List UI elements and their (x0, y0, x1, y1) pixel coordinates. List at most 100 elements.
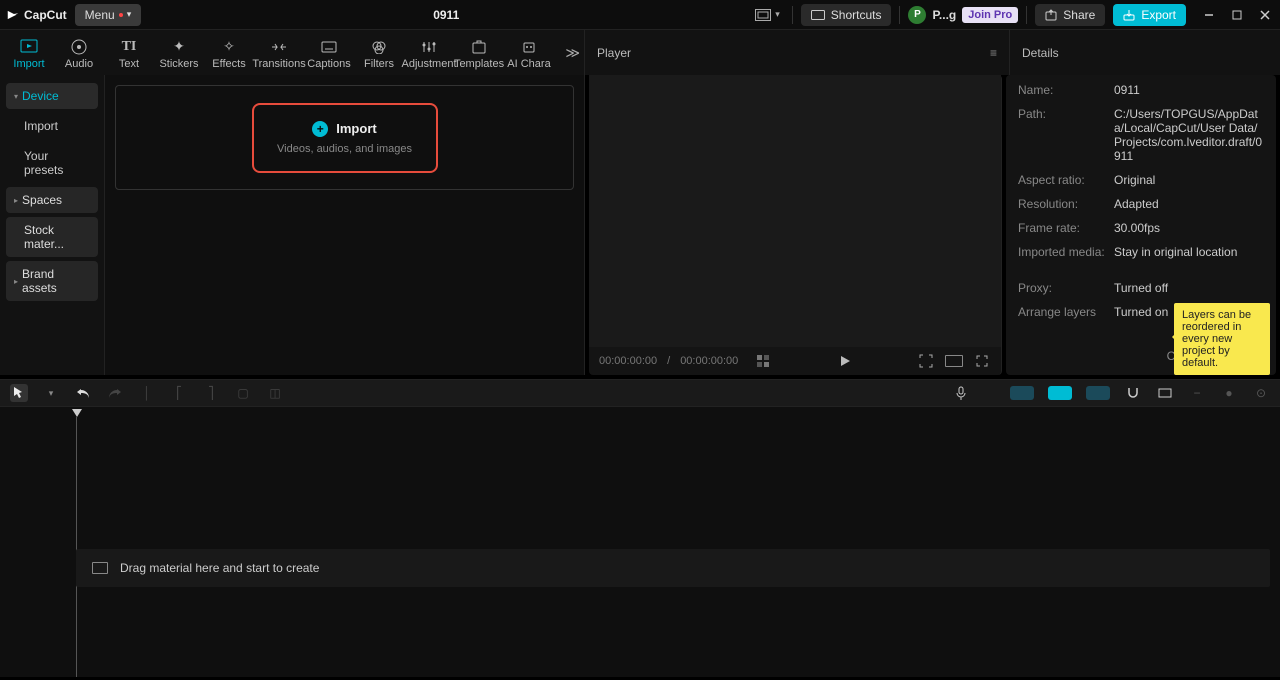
separator (792, 6, 793, 24)
sidebar-item-brand[interactable]: ▸ Brand assets (6, 261, 98, 301)
viewport-aspect-button[interactable]: ▾ (751, 7, 784, 23)
detail-label-fps: Frame rate: (1018, 221, 1106, 235)
chevron-down-icon: ▾ (127, 9, 132, 20)
tab-label: Effects (212, 58, 245, 70)
detail-value-aspect: Original (1114, 173, 1264, 187)
share-button[interactable]: Share (1035, 4, 1105, 26)
track-toggle-a[interactable] (1010, 386, 1034, 400)
sidebar-item-stock[interactable]: Stock mater... (6, 217, 98, 257)
detail-label-aspect: Aspect ratio: (1018, 173, 1106, 187)
player-menu-icon[interactable]: ≡ (990, 46, 997, 60)
crop-icon[interactable]: ◫ (266, 384, 284, 402)
tab-label: Transitions (252, 58, 305, 70)
sidebar-item-label: Import (24, 119, 58, 133)
shortcuts-button[interactable]: Shortcuts (801, 4, 892, 26)
detail-label-resolution: Resolution: (1018, 197, 1106, 211)
play-icon[interactable] (836, 352, 854, 370)
chevron-right-icon: ▸ (14, 277, 18, 286)
transitions-icon (270, 38, 288, 56)
share-icon (1045, 9, 1057, 21)
import-title-row: + Import (312, 121, 376, 137)
detail-label-path: Path: (1018, 107, 1106, 163)
mic-icon[interactable] (952, 384, 970, 402)
plus-icon: + (312, 121, 328, 137)
detail-label-arrange: Arrange layers (1018, 305, 1106, 319)
import-dropzone[interactable]: + Import Videos, audios, and images (252, 103, 438, 173)
account-area[interactable]: P P...g Join Pro (908, 6, 1018, 24)
detail-value-name: 0911 (1114, 83, 1264, 97)
detail-value-fps: 30.00fps (1114, 221, 1264, 235)
player-panel: 00:00:00:00 / 00:00:00:00 (589, 75, 1002, 375)
tabs-more-icon[interactable]: ≫ (565, 44, 580, 61)
minimize-icon[interactable] (1200, 6, 1218, 24)
tab-captions[interactable]: Captions (304, 30, 354, 75)
aichara-icon (520, 38, 538, 56)
tab-audio[interactable]: Audio (54, 30, 104, 75)
cursor-tool-icon[interactable] (10, 384, 28, 402)
tab-adjustment[interactable]: Adjustment (404, 30, 454, 75)
export-button[interactable]: Export (1113, 4, 1186, 26)
player-controls: 00:00:00:00 / 00:00:00:00 (589, 347, 1001, 375)
aspect-box-icon[interactable] (945, 352, 963, 370)
playhead-marker-icon[interactable] (72, 409, 82, 417)
app-name: CapCut (24, 8, 67, 22)
zoom-fit-icon[interactable]: ⊙ (1252, 384, 1270, 402)
sidebar-item-spaces[interactable]: ▸Spaces (6, 187, 98, 213)
player-viewport[interactable] (589, 75, 1001, 347)
tab-text[interactable]: TI Text (104, 30, 154, 75)
import-panel: + Import Videos, audios, and images (115, 85, 574, 190)
timeline[interactable]: Drag material here and start to create (0, 407, 1280, 677)
tab-templates[interactable]: Templates (454, 30, 504, 75)
tab-label: Adjustment (401, 58, 456, 70)
tab-label: Import (13, 58, 44, 70)
detail-label-name: Name: (1018, 83, 1106, 97)
capcut-logo-icon (6, 8, 20, 22)
zoom-out-icon[interactable]: − (1188, 384, 1206, 402)
menu-button[interactable]: Menu ▾ (75, 4, 142, 26)
tab-stickers[interactable]: ✦ Stickers (154, 30, 204, 75)
zoom-slider-icon[interactable]: ● (1220, 384, 1238, 402)
track-toggle-b[interactable] (1048, 386, 1072, 400)
trim-right-icon[interactable]: ⎤ (202, 384, 220, 402)
track-toggle-c[interactable] (1086, 386, 1110, 400)
redo-icon[interactable] (106, 384, 124, 402)
safezone-icon[interactable] (917, 352, 935, 370)
trim-left-icon[interactable]: ⎡ (170, 384, 188, 402)
arrange-layers-tooltip: Layers can be reordered in every new pro… (1174, 303, 1270, 375)
snap-icon[interactable] (1156, 384, 1174, 402)
magnet-icon[interactable] (1124, 384, 1142, 402)
split-icon[interactable]: │ (138, 384, 156, 402)
delete-icon[interactable]: ▢ (234, 384, 252, 402)
filters-icon (370, 38, 388, 56)
timeline-drop-region[interactable]: Drag material here and start to create (76, 549, 1270, 587)
color-sampler-icon[interactable] (754, 352, 772, 370)
tab-aichara[interactable]: AI Chara (504, 30, 554, 75)
tab-transitions[interactable]: Transitions (254, 30, 304, 75)
detail-value-imported: Stay in original location (1114, 245, 1264, 259)
tab-effects[interactable]: ✧ Effects (204, 30, 254, 75)
import-icon (20, 38, 38, 56)
undo-icon[interactable] (74, 384, 92, 402)
details-body: Name:0911 Path:C:/Users/TOPGUS/AppData/L… (1006, 75, 1276, 327)
close-icon[interactable] (1256, 6, 1274, 24)
tab-label: Text (119, 58, 139, 70)
export-icon (1123, 9, 1135, 21)
fullscreen-icon[interactable] (973, 352, 991, 370)
sidebar-item-label: Brand assets (22, 267, 90, 295)
join-pro-badge[interactable]: Join Pro (962, 7, 1018, 23)
time-total: 00:00:00:00 (680, 355, 738, 367)
sidebar-item-import[interactable]: Import (6, 113, 98, 139)
cursor-dropdown-icon[interactable]: ▾ (42, 384, 60, 402)
playhead-line[interactable] (76, 417, 77, 677)
tab-label: Filters (364, 58, 394, 70)
sidebar-item-device[interactable]: ▾Device (6, 83, 98, 109)
tab-label: Templates (454, 58, 504, 70)
tab-label: Audio (65, 58, 93, 70)
project-title: 0911 (149, 8, 743, 22)
tab-import[interactable]: Import (4, 30, 54, 75)
maximize-icon[interactable] (1228, 6, 1246, 24)
chevron-right-icon: ▸ (14, 196, 18, 205)
tab-filters[interactable]: Filters (354, 30, 404, 75)
detail-label-imported: Imported media: (1018, 245, 1106, 259)
sidebar-item-presets[interactable]: Your presets (6, 143, 98, 183)
